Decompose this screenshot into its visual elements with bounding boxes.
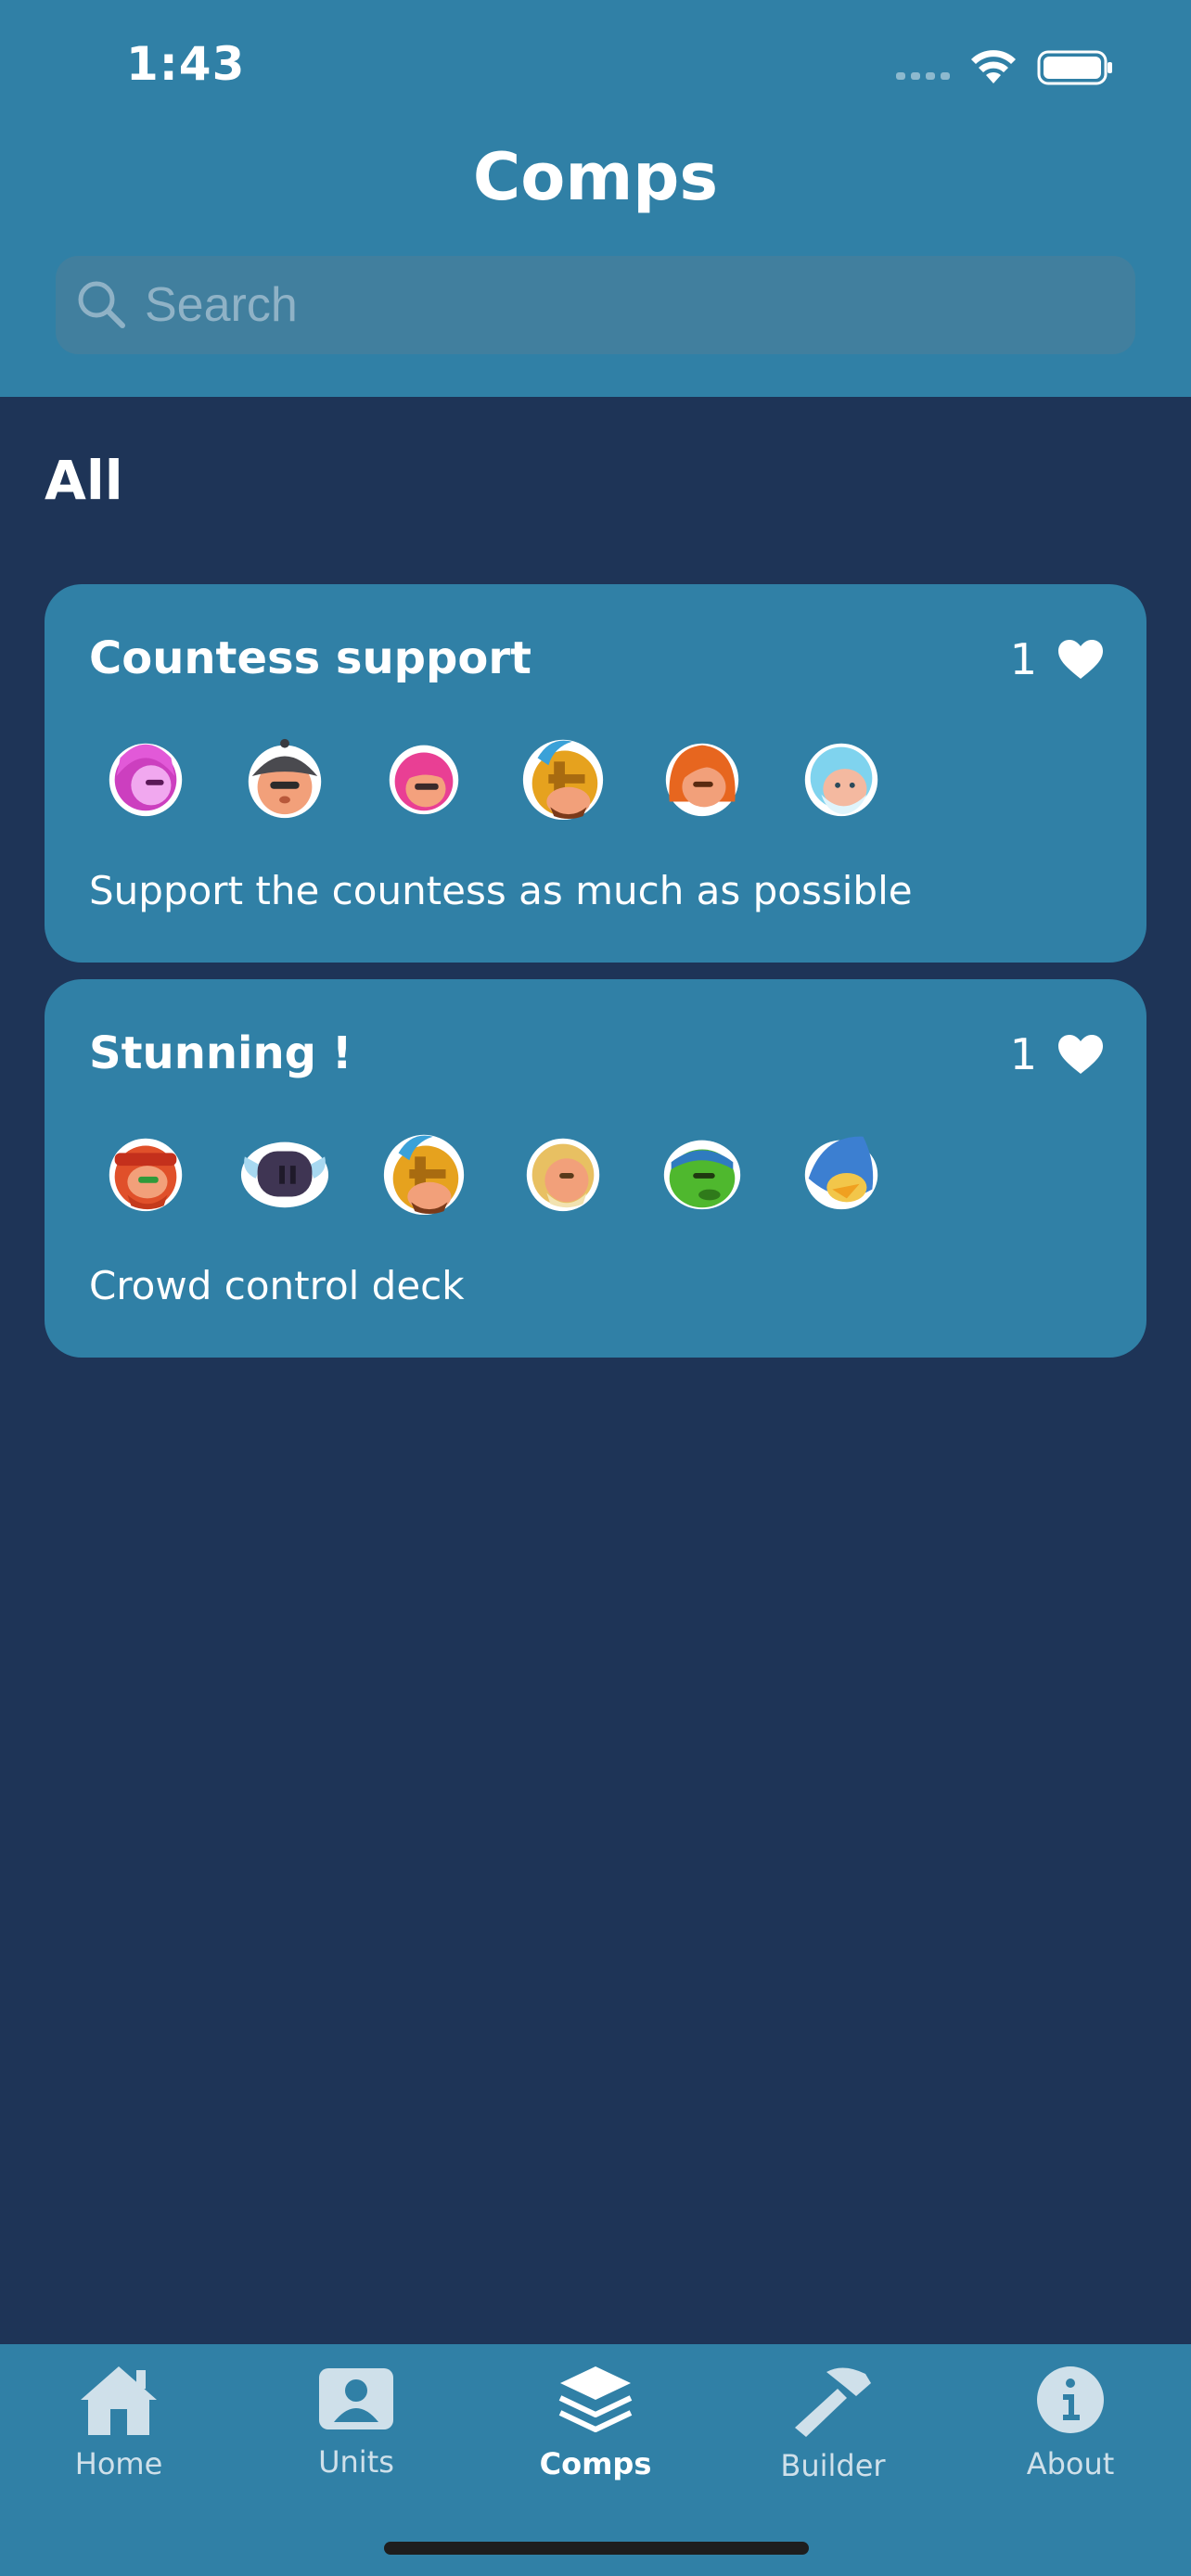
home-indicator	[384, 2542, 809, 2555]
unit-orange-hair-icon[interactable]	[657, 731, 748, 822]
wifi-icon	[971, 50, 1016, 83]
tab-label: Units	[318, 2444, 394, 2480]
likes-counter[interactable]: 1	[1010, 1029, 1104, 1079]
house-icon	[81, 2366, 157, 2435]
unit-red-bandana-icon[interactable]	[100, 1126, 191, 1217]
comp-card[interactable]: Countess support 1 Support the countess …	[45, 584, 1146, 963]
unit-helmet-soldier-icon[interactable]	[239, 731, 330, 822]
unit-dark-viking-icon[interactable]	[239, 1126, 330, 1217]
heart-icon	[1058, 1035, 1103, 1074]
search-bar[interactable]	[56, 256, 1135, 354]
unit-ice-wizard-icon[interactable]	[796, 731, 887, 822]
info-icon	[1037, 2366, 1104, 2433]
tab-label: About	[1026, 2446, 1115, 2481]
unit-blonde-monk-icon[interactable]	[518, 1126, 608, 1217]
comp-title: Stunning !	[89, 1027, 352, 1079]
tab-comps[interactable]: Comps	[477, 2344, 714, 2502]
likes-count: 1	[1009, 1029, 1037, 1079]
header-bar: 1:43 Comps	[0, 0, 1191, 397]
unit-pink-hood-icon[interactable]	[100, 731, 191, 822]
tab-label: Builder	[780, 2448, 886, 2483]
tab-home[interactable]: Home	[0, 2344, 237, 2502]
comp-description: Support the countess as much as possible	[89, 868, 913, 913]
cellular-signal-icon	[896, 72, 950, 80]
unit-pink-hair-icon[interactable]	[378, 731, 469, 822]
status-time: 1:43	[126, 37, 246, 91]
unit-gold-knight-icon[interactable]	[518, 731, 608, 822]
battery-icon	[1037, 50, 1112, 85]
hammer-icon	[795, 2367, 871, 2437]
layers-icon	[558, 2366, 633, 2432]
unit-gold-knight-icon[interactable]	[378, 1126, 469, 1217]
likes-count: 1	[1009, 634, 1037, 684]
comp-description: Crowd control deck	[89, 1263, 465, 1308]
tab-label: Comps	[539, 2446, 652, 2481]
likes-counter[interactable]: 1	[1010, 634, 1104, 684]
heart-icon	[1058, 640, 1103, 679]
status-icons	[896, 45, 1113, 91]
comp-title: Countess support	[89, 632, 531, 684]
tab-builder[interactable]: Builder	[714, 2344, 952, 2502]
search-icon	[78, 281, 125, 328]
tab-label: Home	[74, 2446, 163, 2481]
unit-row	[100, 1126, 887, 1217]
unit-row	[100, 731, 887, 822]
search-input[interactable]	[145, 277, 1072, 333]
section-title: All	[45, 449, 123, 512]
page-title: Comps	[472, 139, 719, 215]
comp-card[interactable]: Stunning ! 1 Crowd control deck	[45, 979, 1146, 1358]
tab-about[interactable]: About	[952, 2344, 1189, 2502]
unit-green-goblin-icon[interactable]	[657, 1126, 748, 1217]
unit-blue-bird-icon[interactable]	[796, 1126, 887, 1217]
tab-units[interactable]: Units	[237, 2344, 475, 2502]
person-card-icon	[319, 2368, 393, 2429]
